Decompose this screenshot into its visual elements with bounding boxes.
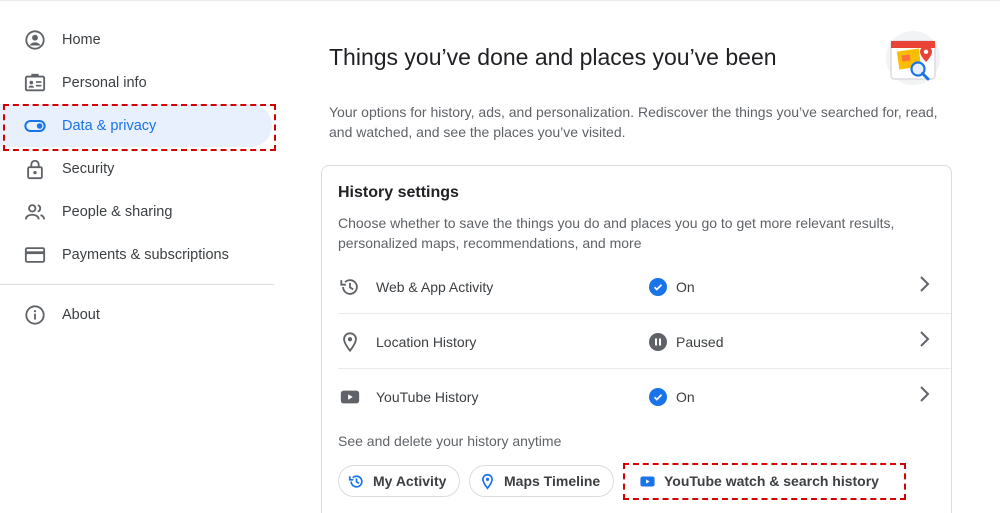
card-description: Choose whether to save the things you do… [338, 215, 895, 251]
sidebar-item-about[interactable]: About [0, 293, 274, 336]
history-settings-card: History settings Choose whether to save … [321, 165, 952, 513]
location-history-row[interactable]: Location History Paused [322, 314, 951, 369]
chevron-right-icon [917, 330, 931, 353]
sidebar-item-data-privacy[interactable]: Data & privacy [0, 104, 276, 151]
info-icon [24, 304, 46, 326]
status-badge: On [649, 387, 695, 406]
row-label: Web & App Activity [376, 278, 494, 295]
chip-label: YouTube watch & search history [664, 473, 879, 489]
web-app-activity-row[interactable]: Web & App Activity On [322, 259, 951, 314]
status-text: On [676, 278, 695, 295]
history-illustration [884, 28, 942, 86]
sidebar-item-security[interactable]: Security [0, 147, 274, 190]
row-label: Location History [376, 333, 477, 350]
status-badge: On [649, 277, 695, 296]
chevron-right-icon [917, 385, 931, 408]
sidebar-item-people-sharing[interactable]: People & sharing [0, 190, 274, 233]
chevron-right-icon [917, 275, 931, 298]
sidebar-item-label: Security [62, 160, 115, 177]
sidebar-item-label: People & sharing [62, 203, 173, 220]
sidebar-item-home[interactable]: Home [0, 18, 274, 61]
pause-circle-icon [649, 332, 667, 351]
youtube-history-row[interactable]: YouTube History On [322, 369, 951, 424]
status-badge: Paused [649, 332, 724, 351]
location-pin-icon [478, 472, 496, 490]
chip-label: Maps Timeline [504, 473, 601, 489]
location-pin-icon [339, 331, 361, 353]
sidebar-item-label: Personal info [62, 74, 147, 91]
history-icon [347, 472, 365, 490]
maps-timeline-chip[interactable]: Maps Timeline [469, 465, 615, 497]
sidebar-divider [0, 284, 274, 285]
row-label: YouTube History [376, 388, 479, 405]
sidebar-item-label: Home [62, 31, 101, 48]
toggle-icon [24, 115, 46, 137]
check-circle-icon [649, 277, 667, 296]
check-circle-icon [649, 387, 667, 406]
history-icon [339, 276, 361, 298]
people-icon [24, 201, 46, 223]
sidebar-item-label: Data & privacy [62, 117, 157, 134]
credit-card-icon [24, 244, 46, 266]
chip-label: My Activity [373, 473, 447, 489]
card-title: History settings [338, 184, 459, 201]
youtube-icon [638, 472, 656, 490]
top-border [0, 0, 1000, 1]
see-delete-label: See and delete your history anytime [338, 433, 562, 449]
lock-icon [24, 158, 46, 180]
status-text: Paused [676, 333, 724, 350]
sidebar-item-label: Payments & subscriptions [62, 246, 229, 263]
account-circle-icon [24, 29, 46, 51]
my-activity-chip[interactable]: My Activity [338, 465, 461, 497]
badge-icon [24, 72, 46, 94]
youtube-icon [339, 386, 361, 408]
status-text: On [676, 388, 695, 405]
page-description: Your options for history, ads, and perso… [329, 104, 938, 140]
sidebar-item-personal-info[interactable]: Personal info [0, 61, 274, 104]
sidebar-item-label: About [62, 306, 100, 323]
page-title: Things you’ve done and places you’ve bee… [329, 44, 777, 70]
sidebar-nav: Home Personal info Data & privacy Securi… [0, 18, 276, 336]
sidebar-item-payments[interactable]: Payments & subscriptions [0, 233, 274, 276]
youtube-watch-search-history-chip[interactable]: YouTube watch & search history [623, 463, 906, 500]
